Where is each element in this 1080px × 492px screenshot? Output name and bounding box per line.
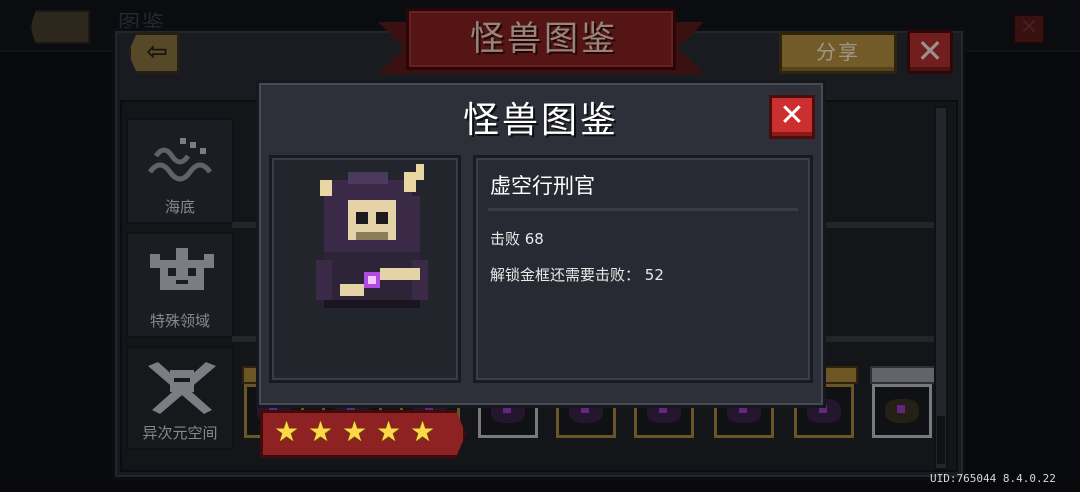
monster-info-panel: 虚空行刑官 击败 68 解锁金框还需要击败： 52 <box>473 155 813 383</box>
divider <box>488 208 798 211</box>
monster-name: 虚空行刑官 <box>490 174 595 198</box>
rating-ribbon: ★ ★ ★ ★ ★ <box>260 410 466 458</box>
star-rating: ★ ★ ★ ★ ★ <box>274 418 438 446</box>
star-icon: ★ <box>410 415 436 448</box>
star-icon: ★ <box>308 415 334 448</box>
star-icon: ★ <box>342 415 368 448</box>
star-icon: ★ <box>376 415 402 448</box>
gold-frame-progress: 解锁金框还需要击败： 52 <box>490 266 664 284</box>
monster-portrait-frame: ★ ★ ★ ★ ★ <box>260 155 466 458</box>
defeat-count: 击败 68 <box>490 230 544 248</box>
close-icon: ✕ <box>779 98 805 133</box>
monster-detail-dialog: 怪兽图鉴 ✕ ★ ★ ★ ★ ★ 虚空行刑官 击败 68 解锁金框还需要击败： … <box>256 80 826 458</box>
void-executioner-portrait <box>316 164 428 308</box>
star-icon: ★ <box>274 415 300 448</box>
dialog-title: 怪兽图鉴 <box>462 100 619 141</box>
uid-version-label: UID:765044 8.4.0.22 <box>930 472 1056 485</box>
dialog-close-button[interactable]: ✕ <box>769 95 815 139</box>
